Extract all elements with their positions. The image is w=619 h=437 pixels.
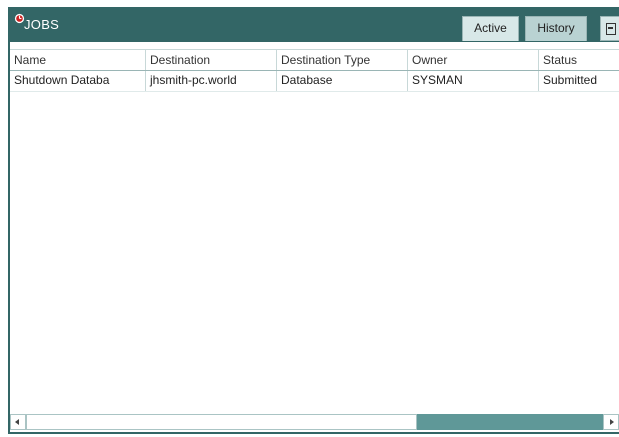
jobs-table: Name Destination Destination Type Owner … [10,42,619,413]
cell-destination-type: Database [277,71,408,91]
cell-owner: SYSMAN [408,71,539,91]
tab-history[interactable]: History [525,16,587,41]
horizontal-scrollbar[interactable] [10,414,619,430]
arrow-left-icon[interactable] [10,414,26,430]
arrow-right-icon[interactable] [603,414,619,430]
export-icon [606,23,616,35]
cell-name: Shutdown Databa [10,71,146,91]
table-header: Name Destination Destination Type Owner … [10,49,619,71]
column-header-status[interactable]: Status [539,50,619,70]
column-header-destination-type[interactable]: Destination Type [277,50,408,70]
panel-title: JOBS [24,17,60,32]
cell-status: Submitted [543,73,598,87]
cell-destination: jhsmith-pc.world [146,71,277,91]
column-header-owner[interactable]: Owner [408,50,539,70]
panel-titlebar: JOBS Active History [10,7,619,42]
scrollbar-thumb[interactable] [26,414,417,430]
column-header-destination[interactable]: Destination [146,50,277,70]
table-row[interactable]: Shutdown Databa jhsmith-pc.world Databas… [10,71,619,92]
tab-active[interactable]: Active [462,16,519,41]
export-button[interactable] [600,16,619,41]
column-header-name[interactable]: Name [10,50,146,70]
jobs-panel: JOBS Active History Name Destination Des… [8,7,619,434]
